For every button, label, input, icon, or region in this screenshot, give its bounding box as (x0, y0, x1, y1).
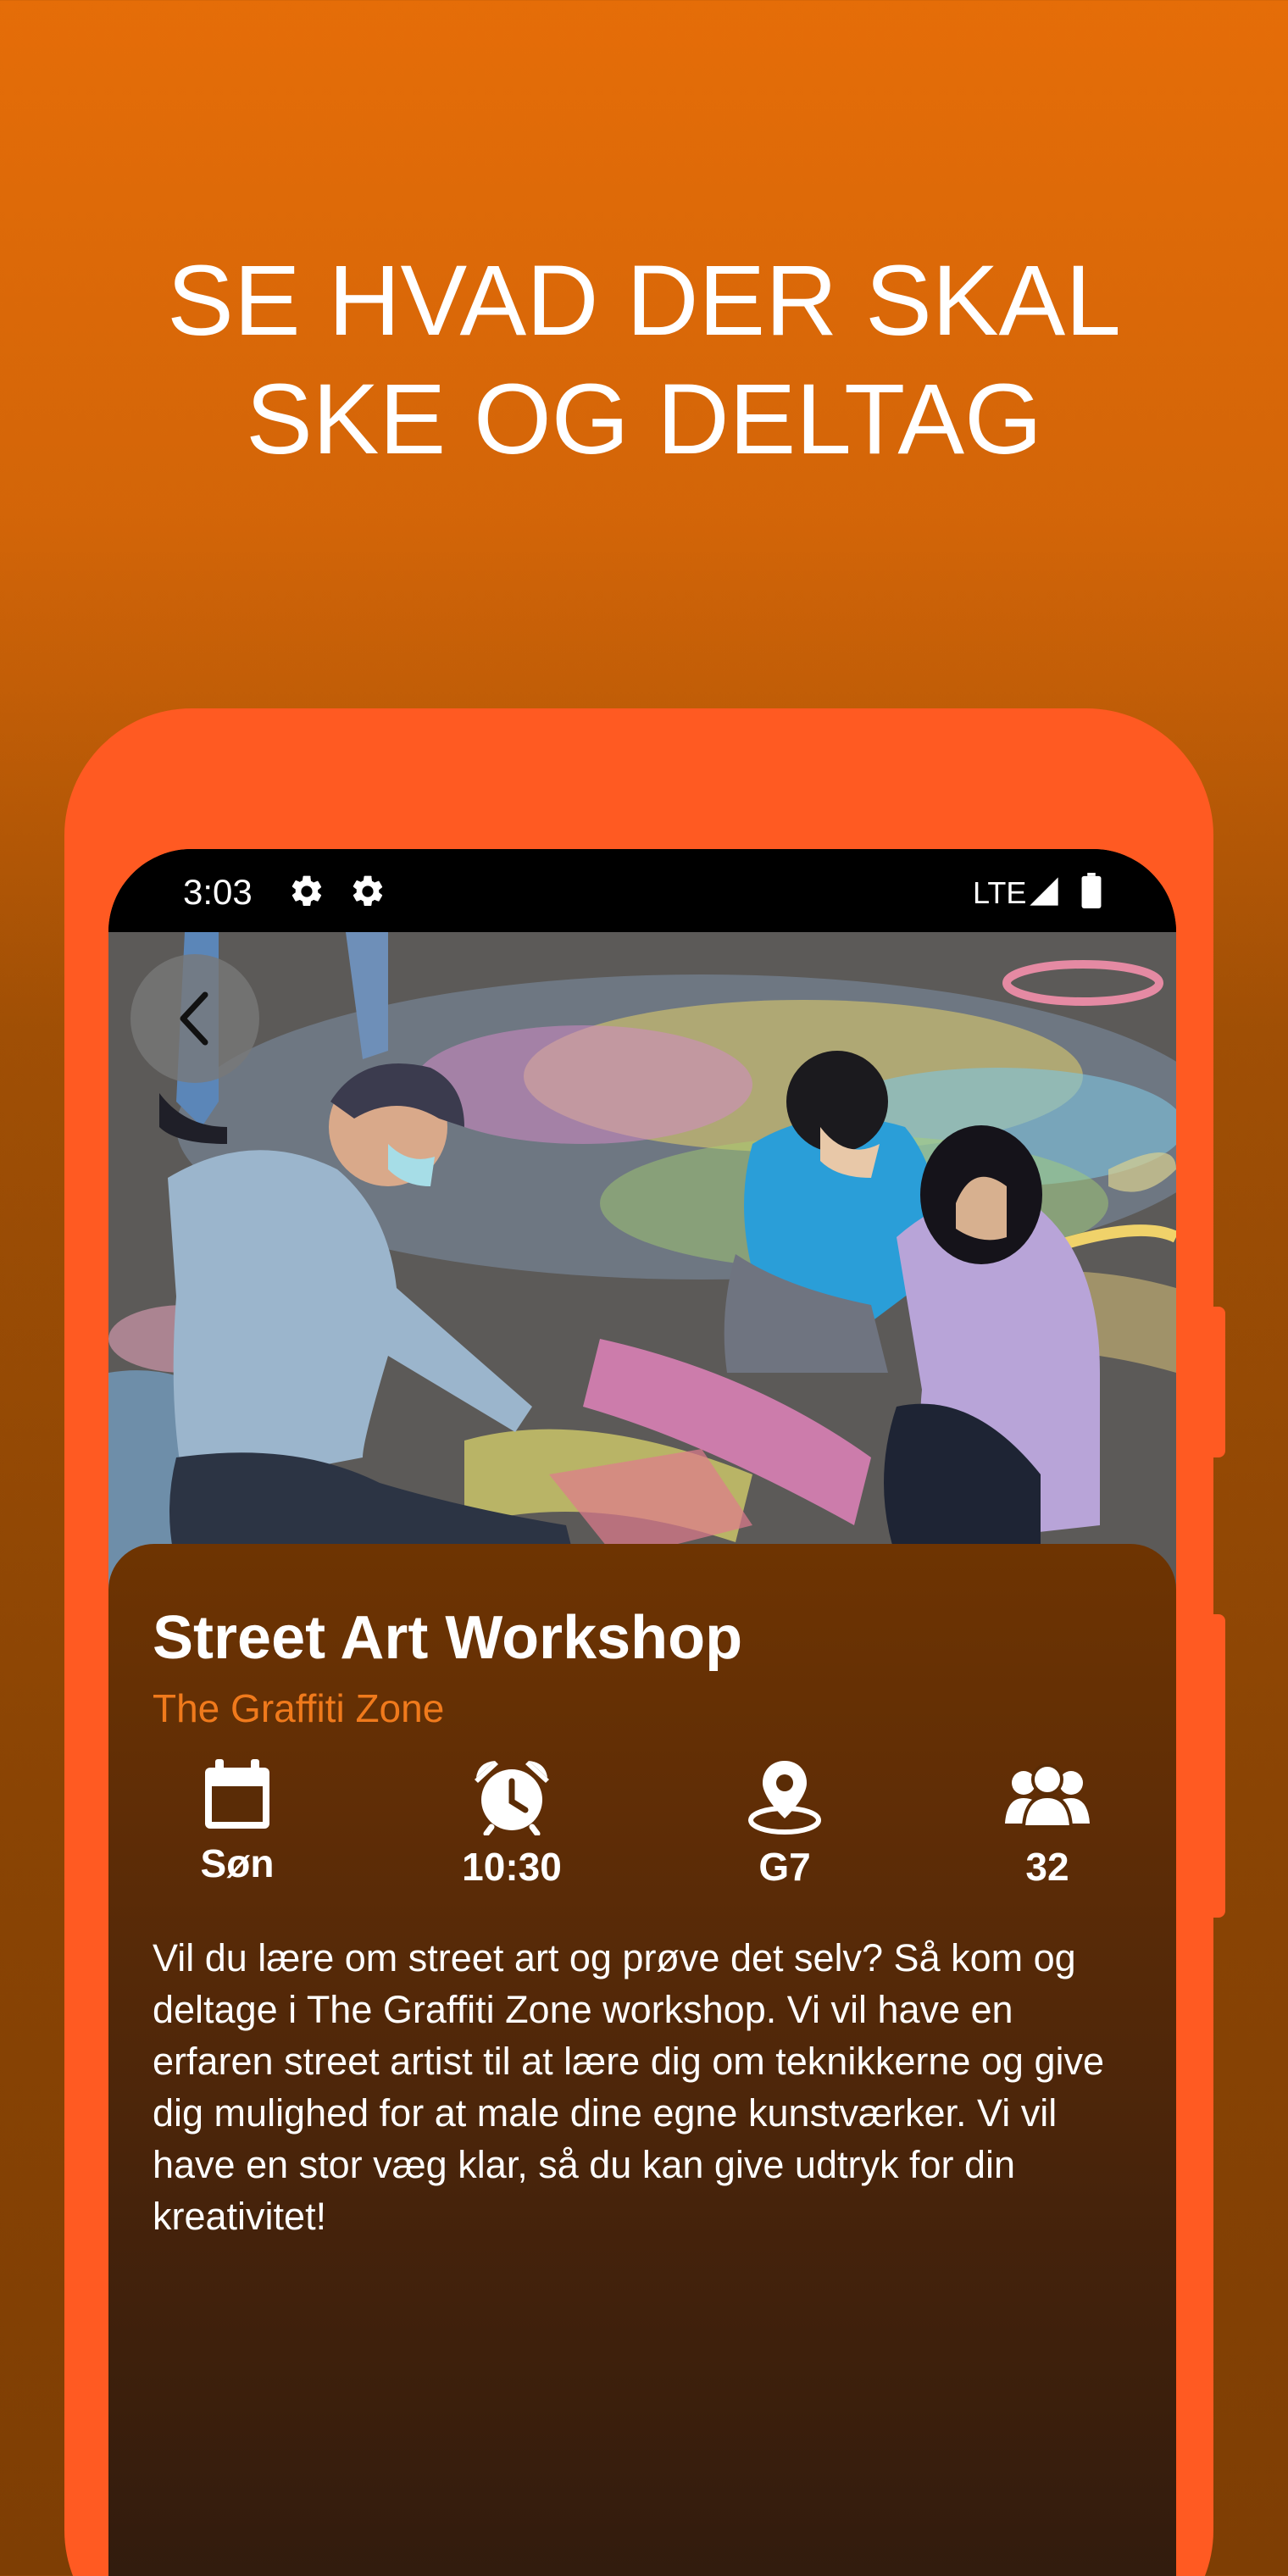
calendar-icon (205, 1759, 269, 1829)
group-icon (1005, 1763, 1090, 1829)
info-location: G7 (691, 1757, 878, 1890)
info-attendees: 32 (954, 1757, 1141, 1890)
battery-icon (1081, 873, 1102, 908)
event-time: 10:30 (462, 1845, 562, 1889)
alarm-clock-icon (475, 1761, 549, 1835)
headline-line-1: SE HVAD DER SKAL (167, 245, 1121, 357)
event-description: Vil du lære om street art og prøve det s… (153, 1936, 1105, 2238)
chevron-left-icon (180, 991, 208, 1046)
info-time: 10:30 (419, 1757, 605, 1890)
signal-icon (1030, 877, 1058, 906)
back-button[interactable] (130, 954, 259, 1083)
event-title: Street Art Workshop (153, 1604, 743, 1672)
phone-side-button-power (1205, 1307, 1225, 1457)
gear-icon (353, 875, 383, 907)
phone-screen: 3:03 LTE Street Art Workshop The Graffit… (108, 849, 1176, 2576)
gear-icon (291, 875, 322, 907)
location-pin-icon (748, 1761, 821, 1835)
status-bar: 3:03 LTE (108, 849, 1176, 932)
event-day: Søn (200, 1841, 275, 1885)
event-attendees: 32 (1025, 1845, 1069, 1889)
headline-line-2: SKE OG DELTAG (246, 364, 1042, 475)
event-details-panel: Street Art Workshop The Graffiti Zone Sø… (108, 1544, 1176, 2576)
promo-headline: SE HVAD DER SKAL SKE OG DELTAG (0, 242, 1288, 479)
event-venue[interactable]: The Graffiti Zone (153, 1685, 444, 1732)
status-time: 3:03 (183, 872, 253, 912)
event-photo (108, 932, 1176, 1593)
event-location: G7 (758, 1845, 811, 1889)
network-type: LTE (973, 875, 1027, 910)
phone-side-button-volume (1205, 1614, 1225, 1918)
info-day: Søn (144, 1757, 330, 1886)
